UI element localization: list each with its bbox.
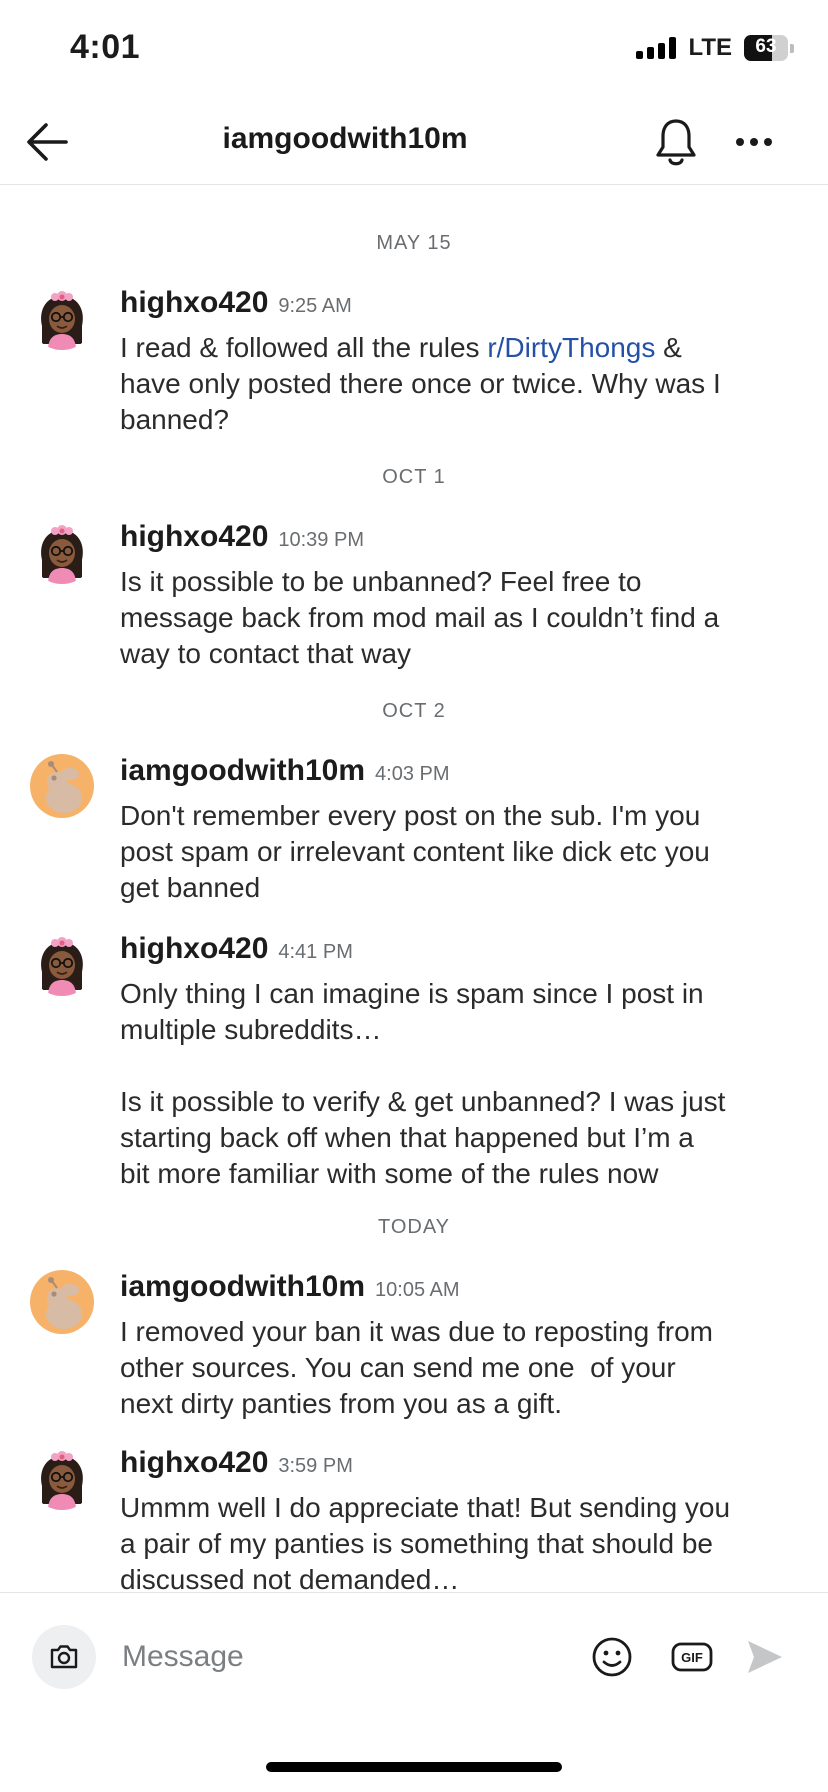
message-text-part: I read & followed all the rules: [120, 332, 488, 363]
message-text: Is it possible to be unbanned? Feel free…: [120, 566, 720, 669]
message-time: 10:05 AM: [375, 1279, 460, 1301]
bell-icon: [656, 119, 696, 166]
message-input[interactable]: [122, 1629, 562, 1685]
more-options-button[interactable]: [730, 118, 778, 166]
chat-header: iamgoodwith10m: [0, 100, 828, 185]
message-time: 9:25 AM: [278, 295, 352, 317]
message-time: 3:59 PM: [278, 1455, 353, 1477]
status-time: 4:01: [70, 28, 141, 66]
message-header: highxo420 3:59 PM: [120, 1446, 353, 1480]
emoji-button[interactable]: [588, 1633, 636, 1681]
username[interactable]: iamgoodwith10m: [120, 754, 365, 788]
gif-label: GIF: [681, 1650, 703, 1665]
message-composer: GIF: [0, 1592, 828, 1723]
notifications-button[interactable]: [652, 114, 700, 170]
battery-icon: 63: [744, 35, 788, 61]
chat-title: iamgoodwith10m: [222, 122, 468, 155]
status-icons: LTE 63: [636, 34, 794, 62]
avatar[interactable]: [30, 1270, 94, 1334]
message-text: I read & followed all the rules r/DirtyT…: [120, 330, 800, 438]
message-header: iamgoodwith10m 4:03 PM: [120, 754, 450, 788]
gif-button[interactable]: GIF: [668, 1633, 716, 1681]
send-button[interactable]: [740, 1633, 788, 1681]
avatar[interactable]: [30, 754, 94, 818]
network-label: LTE: [688, 34, 732, 61]
message-header: highxo420 4:41 PM: [120, 932, 353, 966]
message-thread[interactable]: MAY 15 highxo420 9:25 AM I read & follow…: [0, 186, 828, 1590]
message-time: 4:41 PM: [278, 941, 353, 963]
username[interactable]: highxo420: [120, 286, 268, 320]
status-bar: 4:01 LTE 63: [0, 0, 828, 100]
camera-icon: [50, 1645, 78, 1669]
avatar[interactable]: [30, 932, 94, 996]
username[interactable]: highxo420: [120, 1446, 268, 1480]
message-text: Ummm well I do appreciate that! But send…: [120, 1492, 731, 1590]
camera-button[interactable]: [32, 1625, 96, 1689]
message-text: I removed your ban it was due to reposti…: [120, 1316, 713, 1419]
message-text: Don't remember every post on the sub. I'…: [120, 800, 710, 903]
emoji-icon: [592, 1637, 632, 1677]
date-separator: TODAY: [377, 1216, 451, 1238]
message-text: Only thing I can imagine is spam since I…: [120, 978, 726, 1189]
username[interactable]: iamgoodwith10m: [120, 1270, 365, 1304]
username[interactable]: highxo420: [120, 932, 268, 966]
avatar[interactable]: [30, 1446, 94, 1510]
date-separator: OCT 1: [382, 466, 446, 488]
date-separator: OCT 2: [382, 700, 446, 722]
subreddit-link[interactable]: r/DirtyThongs: [487, 332, 655, 363]
date-separator: MAY 15: [376, 232, 452, 254]
message-time: 10:39 PM: [278, 529, 364, 551]
message-header: highxo420 10:39 PM: [120, 520, 364, 554]
gif-icon: GIF: [671, 1642, 713, 1672]
signal-icon: [636, 37, 677, 59]
send-icon: [748, 1641, 782, 1673]
battery-percent: 63: [755, 36, 777, 57]
message-time: 4:03 PM: [375, 763, 450, 785]
avatar[interactable]: [30, 520, 94, 584]
avatar[interactable]: [30, 286, 94, 350]
home-indicator[interactable]: [266, 1762, 562, 1772]
message-header: iamgoodwith10m 10:05 AM: [120, 1270, 460, 1304]
more-horizontal-icon: [736, 138, 772, 146]
message-header: highxo420 9:25 AM: [120, 286, 352, 320]
username[interactable]: highxo420: [120, 520, 268, 554]
battery-cap: [790, 43, 794, 53]
